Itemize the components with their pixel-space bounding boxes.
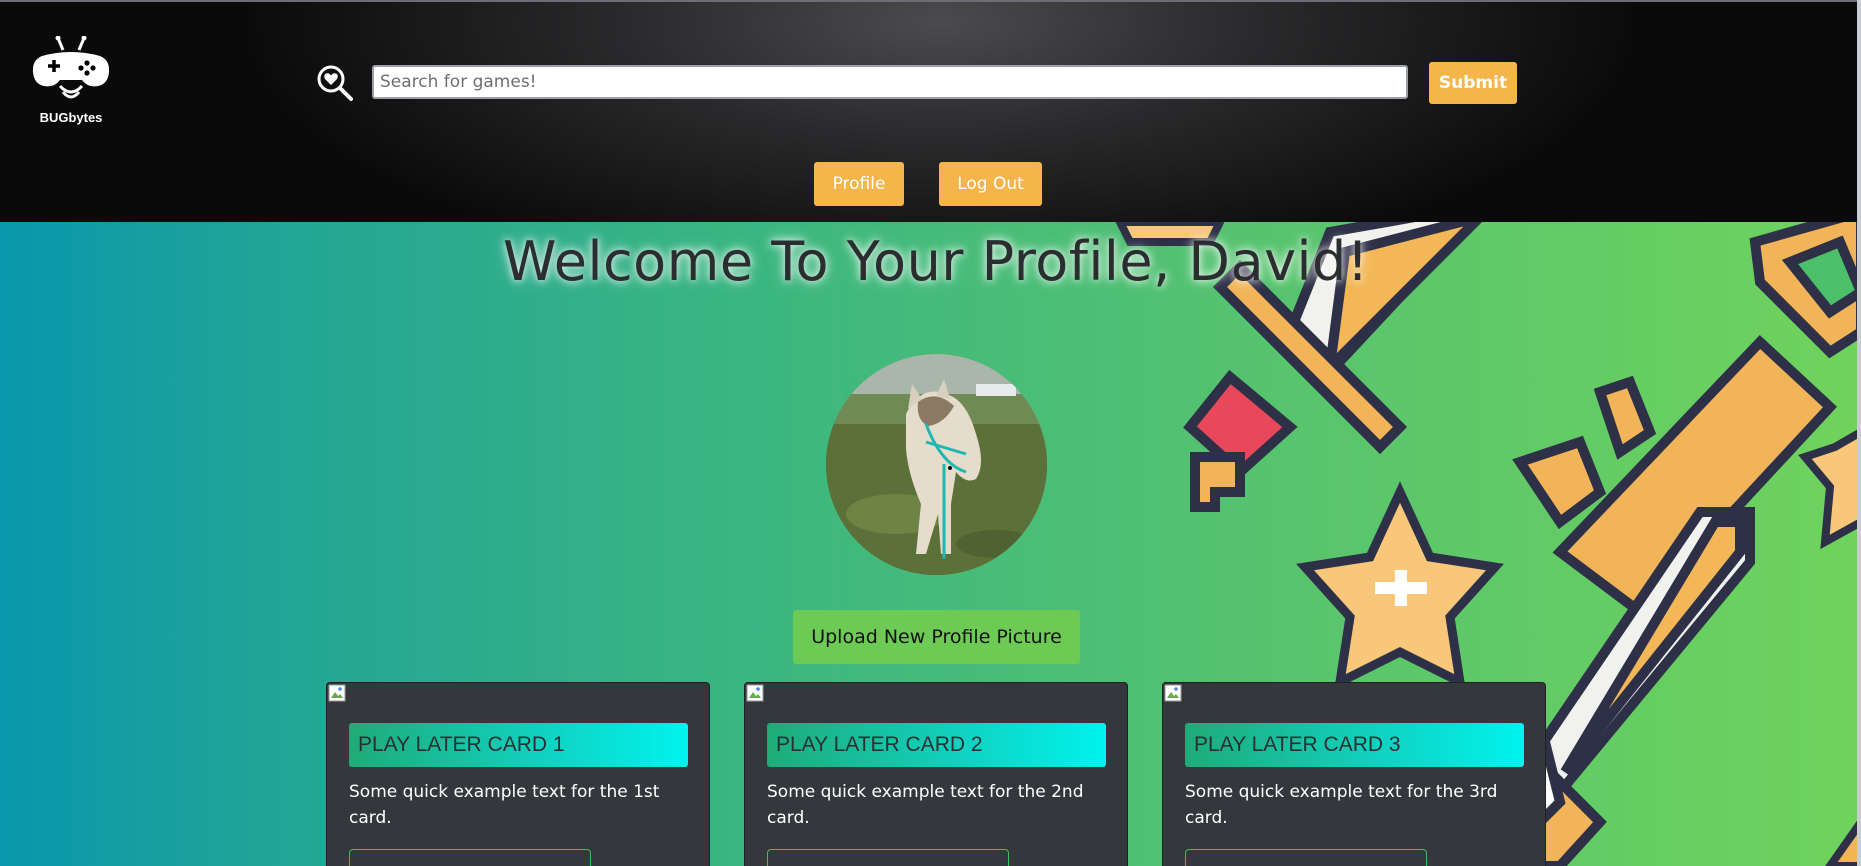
card-title: PLAY LATER CARD 3 [1185,723,1524,767]
upload-profile-picture-button[interactable]: Upload New Profile Picture [793,610,1080,664]
card-title: PLAY LATER CARD 2 [767,723,1106,767]
card-title: PLAY LATER CARD 1 [349,723,688,767]
play-later-card: PLAY LATER CARD 3 Some quick example tex… [1162,682,1546,866]
bugbytes-logo[interactable]: BUGbytes [30,35,112,130]
profile-button[interactable]: Profile [814,162,904,206]
card-action-button[interactable] [1185,849,1427,866]
play-later-card: PLAY LATER CARD 1 Some quick example tex… [326,682,710,866]
broken-image-icon [1164,684,1182,702]
gamepad-bug-logo-icon [32,35,110,99]
play-later-card: PLAY LATER CARD 2 Some quick example tex… [744,682,1128,866]
logo-text: BUGbytes [39,110,103,125]
broken-image-icon [328,684,346,702]
top-navbar: BUGbytes Submit Profile Log Out [0,0,1861,222]
card-text: Some quick example text for the 3rd card… [1185,782,1498,828]
welcome-heading: Welcome To Your Profile, David! [503,230,1369,293]
window-edge [1857,0,1861,866]
logout-button[interactable]: Log Out [939,162,1042,206]
card-action-button[interactable] [767,849,1009,866]
submit-button[interactable]: Submit [1429,62,1517,104]
search-input[interactable] [372,65,1408,99]
card-action-button[interactable] [349,849,591,866]
card-text: Some quick example text for the 2nd card… [767,782,1084,828]
profile-main: Welcome To Your Profile, David! Upload N… [0,222,1861,866]
search-heart-icon[interactable] [316,64,354,102]
profile-picture [826,354,1047,575]
card-text: Some quick example text for the 1st card… [349,782,660,828]
broken-image-icon [746,684,764,702]
